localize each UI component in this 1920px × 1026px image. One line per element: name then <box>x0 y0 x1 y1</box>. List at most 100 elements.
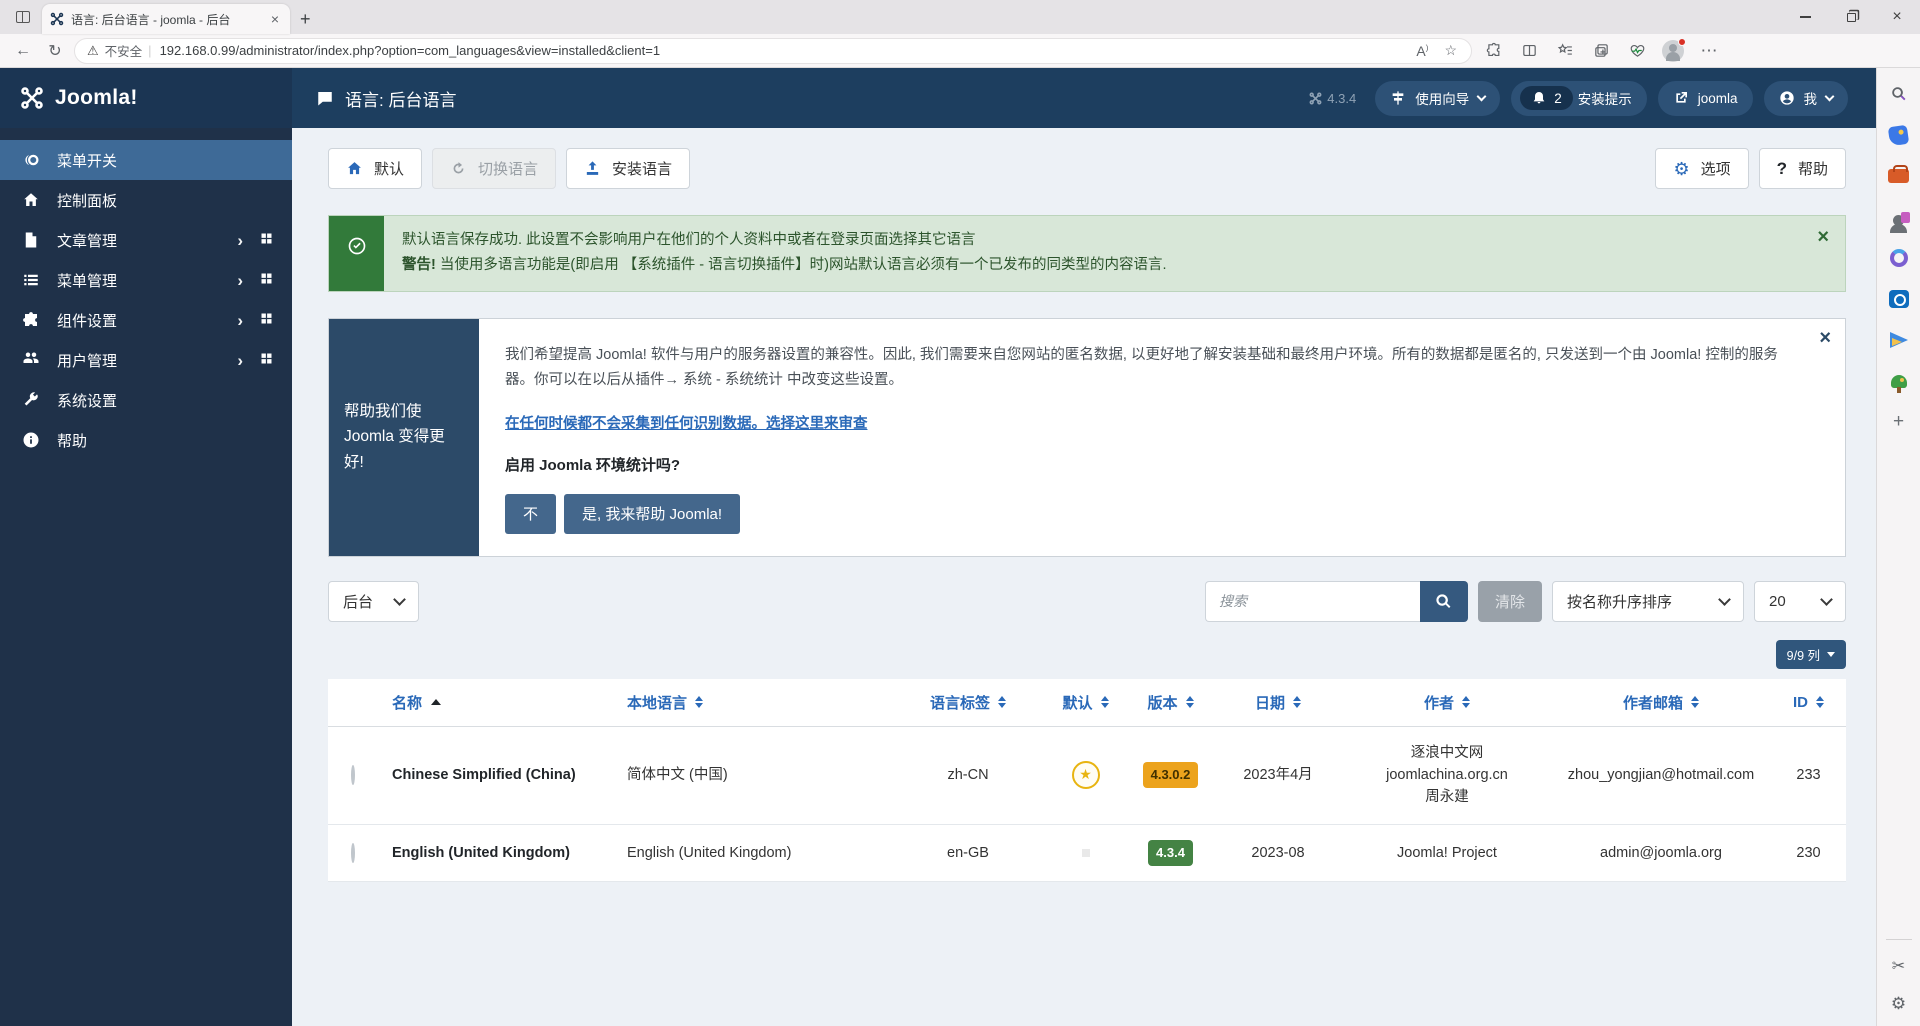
install-language-button[interactable]: 安装语言 <box>566 148 690 189</box>
dashboard-grid-icon[interactable] <box>259 351 274 370</box>
sidebar-item-menus[interactable]: 菜单管理 › <box>0 260 292 300</box>
language-date: 2023-08 <box>1213 827 1343 879</box>
url-field[interactable]: ⚠ 不安全 | 192.168.0.99/administrator/index… <box>74 38 1472 64</box>
client-select[interactable]: 后台 <box>328 581 419 622</box>
guided-tour-button[interactable]: 使用向导 <box>1375 81 1500 116</box>
restore-button[interactable] <box>1828 0 1874 34</box>
column-header-id[interactable]: ID <box>1771 681 1846 724</box>
chevron-right-icon[interactable]: › <box>237 352 243 369</box>
dashboard-grid-icon[interactable] <box>259 271 274 290</box>
stats-yes-button[interactable]: 是, 我来帮助 Joomla! <box>564 494 740 534</box>
sidebar-item-dashboard[interactable]: 控制面板 <box>0 180 292 220</box>
version-badge: 4.3.4 <box>1148 840 1193 866</box>
stats-review-link[interactable]: 在任何时候都不会采集到任何识别数据。选择这里来审查 <box>505 412 868 433</box>
chevron-down-icon <box>1718 593 1731 606</box>
address-bar: ← ↻ ⚠ 不安全 | 192.168.0.99/administrator/i… <box>0 34 1920 68</box>
minimize-button[interactable] <box>1782 0 1828 34</box>
stats-close-icon[interactable]: × <box>1819 327 1831 350</box>
default-star-icon[interactable]: ★ <box>1072 761 1100 789</box>
more-menu-icon[interactable]: ⋯ <box>1694 41 1724 61</box>
refresh-icon[interactable]: ↻ <box>42 41 68 61</box>
dashboard-grid-icon[interactable] <box>259 231 274 250</box>
stats-no-button[interactable]: 不 <box>505 494 556 534</box>
post-install-messages-button[interactable]: 2 安装提示 <box>1511 81 1647 116</box>
split-screen-icon[interactable] <box>1514 42 1544 60</box>
collections-icon[interactable] <box>1586 42 1616 60</box>
language-date: 2023年4月 <box>1213 749 1343 801</box>
user-menu-button[interactable]: 我 <box>1764 81 1849 116</box>
toolbar: 默认 切换语言 安装语言 ⚙ <box>328 148 1846 189</box>
switch-language-button[interactable]: 切换语言 <box>432 148 556 189</box>
admin-sidebar: 菜单开关 控制面板 文章管理 › 菜单管理 › <box>0 128 292 1026</box>
sidebar-item-content[interactable]: 文章管理 › <box>0 220 292 260</box>
add-app-icon[interactable]: + <box>1887 410 1911 434</box>
settings-icon[interactable]: ⚙ <box>1887 992 1911 1016</box>
limit-select[interactable]: 20 <box>1754 581 1846 622</box>
chevron-right-icon[interactable]: › <box>237 272 243 289</box>
columns-toggle-badge[interactable]: 9/9 列 <box>1776 640 1846 669</box>
language-author: 逐浪中文网 joomlachina.org.cn 周永建 <box>1343 727 1551 824</box>
new-tab-button[interactable]: + <box>300 9 311 30</box>
security-label: 不安全 <box>105 41 143 60</box>
sidebar-item-users[interactable]: 用户管理 › <box>0 340 292 380</box>
profile-avatar[interactable] <box>1662 40 1684 62</box>
screenshot-icon[interactable]: ✂ <box>1887 954 1911 978</box>
default-button[interactable]: 默认 <box>328 148 422 189</box>
sort-icon <box>695 696 703 708</box>
search-input[interactable] <box>1205 581 1420 622</box>
close-window-button[interactable]: × <box>1874 0 1920 34</box>
outlook-icon[interactable] <box>1887 287 1911 311</box>
joomla-favicon <box>50 12 64 26</box>
refresh-icon <box>450 160 467 177</box>
dashboard-grid-icon[interactable] <box>259 311 274 330</box>
sidebar-item-menu-toggle[interactable]: 菜单开关 <box>0 140 292 180</box>
column-header-name[interactable]: 名称 <box>378 679 613 726</box>
column-header-tag[interactable]: 语言标签 <box>893 679 1043 726</box>
read-aloud-icon[interactable]: A) <box>1412 43 1432 59</box>
row-radio[interactable] <box>351 843 355 863</box>
shopping-icon[interactable] <box>1887 123 1911 147</box>
search-button[interactable] <box>1420 581 1468 622</box>
help-button[interactable]: ? 帮助 <box>1759 148 1846 189</box>
joomla-logo[interactable]: Joomla! <box>0 68 292 128</box>
column-header-email[interactable]: 作者邮箱 <box>1551 679 1771 726</box>
clear-button[interactable]: 清除 <box>1478 581 1542 622</box>
list-icon <box>20 271 42 289</box>
extensions-icon[interactable] <box>1478 42 1508 60</box>
toolbox-icon[interactable] <box>1887 164 1911 188</box>
alert-line2: 警告! 当使用多语言功能是(即启用 【系统插件 - 语言切换插件】时)网站默认语… <box>402 253 1783 278</box>
column-header-author[interactable]: 作者 <box>1343 679 1551 726</box>
joomla-header: Joomla! 语言: 后台语言 4.3.4 使用向导 <box>0 68 1876 128</box>
tree-app-icon[interactable] <box>1887 369 1911 393</box>
tab-actions-icon[interactable] <box>8 2 38 32</box>
sidebar-item-system[interactable]: 系统设置 <box>0 380 292 420</box>
loop-icon[interactable] <box>1887 246 1911 270</box>
browser-tab[interactable]: 语言: 后台语言 - joomla - 后台 × <box>42 4 290 34</box>
games-icon[interactable] <box>1887 205 1911 229</box>
favorites-list-icon[interactable] <box>1550 42 1580 60</box>
browser-essentials-icon[interactable] <box>1622 42 1652 60</box>
sort-select[interactable]: 按名称升序排序 <box>1552 581 1744 622</box>
tab-close-icon[interactable]: × <box>268 11 282 27</box>
search-icon[interactable] <box>1887 82 1911 106</box>
column-header-version[interactable]: 版本 <box>1128 679 1213 726</box>
sidebar-item-components[interactable]: 组件设置 › <box>0 300 292 340</box>
url-text[interactable]: 192.168.0.99/administrator/index.php?opt… <box>160 43 1405 58</box>
site-security-chip[interactable]: ⚠ 不安全 | <box>87 41 152 60</box>
favorite-star-icon[interactable]: ☆ <box>1440 42 1461 59</box>
sidebar-item-help[interactable]: 帮助 <box>0 420 292 460</box>
column-header-default[interactable]: 默认 <box>1043 679 1128 726</box>
back-icon[interactable]: ← <box>10 42 36 60</box>
table-row: English (United Kingdom) English (United… <box>328 825 1846 882</box>
chevron-right-icon[interactable]: › <box>237 312 243 329</box>
options-button[interactable]: ⚙ 选项 <box>1655 148 1748 189</box>
users-icon <box>20 351 42 369</box>
column-header-date[interactable]: 日期 <box>1213 679 1343 726</box>
alert-close-icon[interactable]: × <box>1801 216 1845 291</box>
drop-icon[interactable] <box>1887 328 1911 352</box>
column-header-native[interactable]: 本地语言 <box>613 679 893 726</box>
row-radio[interactable] <box>351 765 355 785</box>
chevron-right-icon[interactable]: › <box>237 232 243 249</box>
view-site-button[interactable]: joomla <box>1658 81 1753 116</box>
notification-dot <box>1678 38 1686 46</box>
